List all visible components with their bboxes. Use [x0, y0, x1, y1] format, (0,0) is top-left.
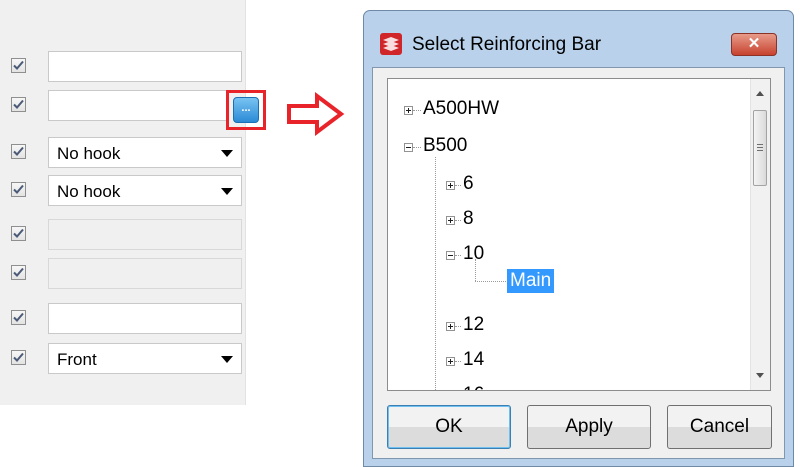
grip-icon	[757, 144, 763, 145]
tree-connector	[475, 281, 508, 282]
disabled-field	[48, 258, 242, 289]
rebar-tree[interactable]: A500HW B500 6 8 10 Main 12 14 16	[387, 78, 771, 391]
dropdown-arrow-icon	[221, 150, 233, 157]
tree-node-14[interactable]: 14	[463, 349, 484, 371]
scroll-down-icon[interactable]	[756, 373, 764, 378]
tree-node-main[interactable]: Main	[507, 269, 555, 293]
select-reinforcing-bar-dialog: Select Reinforcing Bar ✕ A500HW B500 6 8…	[363, 10, 794, 467]
app-icon	[380, 33, 402, 55]
tree-node-b500[interactable]: B500	[423, 135, 467, 157]
checkbox[interactable]	[11, 226, 26, 241]
checkbox[interactable]	[11, 97, 26, 112]
text-field[interactable]	[48, 90, 229, 121]
property-row: No hook	[11, 137, 242, 168]
dialog-title: Select Reinforcing Bar	[412, 34, 602, 55]
dropdown-arrow-icon	[221, 188, 233, 195]
dropdown-value: No hook	[57, 144, 121, 163]
cancel-button[interactable]: Cancel	[667, 405, 772, 449]
property-row	[11, 90, 235, 121]
tree-node-10[interactable]: 10	[463, 243, 484, 265]
disabled-field	[48, 219, 242, 250]
property-row: Front	[11, 343, 242, 374]
property-row	[11, 258, 242, 289]
property-panel: No hook No hook Front	[0, 0, 246, 405]
checkbox[interactable]	[11, 182, 26, 197]
apply-button[interactable]: Apply	[527, 405, 651, 449]
right-arrow-icon	[287, 92, 345, 136]
tree-connector	[413, 147, 421, 148]
expand-icon[interactable]	[446, 216, 455, 225]
expand-icon[interactable]	[404, 106, 413, 115]
dropdown-value: Front	[57, 350, 97, 369]
expand-icon[interactable]	[446, 181, 455, 190]
property-row	[11, 51, 242, 82]
tree-node-6[interactable]: 6	[463, 173, 474, 195]
tree-connector	[455, 220, 461, 221]
checkbox[interactable]	[11, 310, 26, 325]
tree-connector	[455, 361, 461, 362]
dropdown-value: No hook	[57, 182, 121, 201]
scroll-thumb[interactable]	[753, 110, 767, 186]
tree-connector	[413, 110, 421, 111]
checkbox[interactable]	[11, 265, 26, 280]
ok-button[interactable]: OK	[387, 405, 511, 449]
dropdown-arrow-icon	[221, 356, 233, 363]
text-field[interactable]	[48, 303, 242, 334]
checkbox[interactable]	[11, 350, 26, 365]
grip-icon	[757, 147, 763, 148]
expand-icon[interactable]	[446, 322, 455, 331]
checkbox[interactable]	[11, 58, 26, 73]
vertical-scrollbar[interactable]	[750, 79, 770, 390]
position-dropdown[interactable]: Front	[48, 343, 242, 374]
dialog-body: A500HW B500 6 8 10 Main 12 14 16 OK Appl…	[372, 67, 785, 459]
tree-node-a500hw[interactable]: A500HW	[423, 98, 499, 120]
tree-connector	[455, 255, 461, 256]
browse-button[interactable]: ...	[233, 97, 259, 123]
collapse-icon[interactable]	[446, 251, 455, 260]
grip-icon	[757, 150, 763, 151]
checkbox[interactable]	[11, 144, 26, 159]
close-button[interactable]: ✕	[731, 33, 777, 56]
text-field[interactable]	[48, 51, 242, 82]
expand-icon[interactable]	[446, 357, 455, 366]
hook-dropdown[interactable]: No hook	[48, 137, 242, 168]
property-row	[11, 219, 242, 250]
tree-connector	[455, 326, 461, 327]
hook-dropdown[interactable]: No hook	[48, 175, 242, 206]
property-row	[11, 303, 242, 334]
tree-node-16[interactable]: 16	[463, 384, 484, 390]
tree-node-12[interactable]: 12	[463, 314, 484, 336]
tree-connector	[455, 185, 461, 186]
scroll-up-icon[interactable]	[756, 91, 764, 96]
collapse-icon[interactable]	[404, 143, 413, 152]
tree-connector	[435, 157, 436, 390]
tree-node-8[interactable]: 8	[463, 208, 474, 230]
property-row: No hook	[11, 175, 242, 206]
